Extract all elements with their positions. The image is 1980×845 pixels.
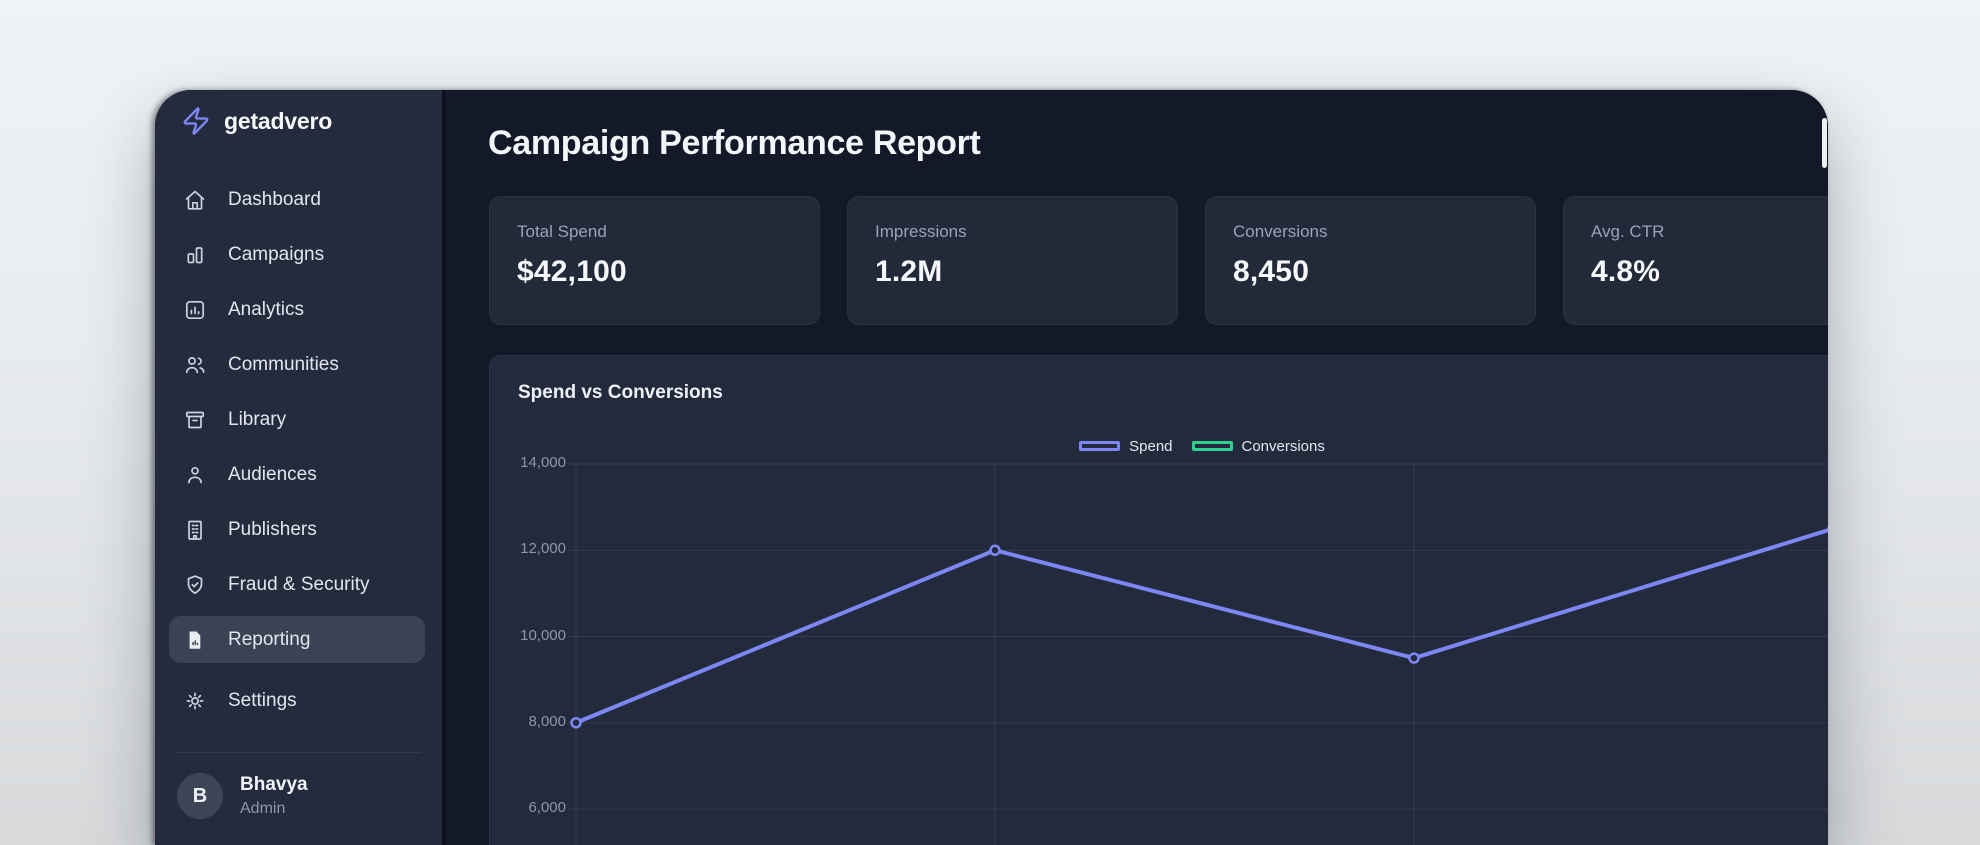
sidebar-item-audiences[interactable]: Audiences [169, 451, 425, 498]
stat-value: 1.2M [875, 255, 943, 288]
sidebar-divider [175, 752, 421, 753]
sidebar-item-label: Campaigns [228, 243, 325, 265]
stat-label: Impressions [875, 222, 967, 241]
stat-card-avg-ctr: Avg. CTR 4.8% [1563, 196, 1828, 325]
stats-row: Total Spend $42,100 Impressions 1.2M Con… [489, 196, 1828, 325]
stat-label: Avg. CTR [1591, 222, 1665, 241]
stat-label: Conversions [1233, 222, 1328, 241]
sidebar-item-library[interactable]: Library [169, 396, 425, 443]
sidebar-item-label: Publishers [228, 518, 317, 540]
stat-value: 8,450 [1233, 255, 1310, 288]
sidebar-item-fraud-security[interactable]: Fraud & Security [169, 561, 425, 608]
stat-value: $42,100 [517, 255, 627, 288]
sidebar-item-communities[interactable]: Communities [169, 341, 425, 388]
sidebar-item-analytics[interactable]: Analytics [169, 286, 425, 333]
sidebar-item-publishers[interactable]: Publishers [169, 506, 425, 553]
sidebar-item-label: Library [228, 408, 287, 430]
sidebar-item-reporting[interactable]: Reporting [169, 616, 425, 663]
sidebar-item-label: Settings [228, 689, 297, 711]
stat-card-impressions: Impressions 1.2M [847, 196, 1178, 325]
users-icon [185, 356, 205, 373]
sidebar-item-campaigns[interactable]: Campaigns [169, 231, 425, 278]
sidebar: getadvero Dashboard Campaigns Analytics … [155, 90, 445, 845]
user-name: Bhavya [240, 774, 308, 795]
person-icon [187, 466, 203, 483]
stat-card-total-spend: Total Spend $42,100 [489, 196, 820, 325]
user-profile[interactable]: B Bhavya Admin [177, 773, 308, 819]
avatar: B [177, 773, 223, 819]
sidebar-item-label: Communities [228, 353, 339, 375]
sidebar-nav: Dashboard Campaigns Analytics Communitie… [169, 176, 425, 732]
shield-check-icon [187, 574, 203, 594]
stat-value: 4.8% [1591, 255, 1661, 288]
user-role: Admin [240, 800, 286, 817]
home-icon [185, 190, 205, 210]
sidebar-item-dashboard[interactable]: Dashboard [169, 176, 425, 223]
report-file-icon [189, 631, 201, 649]
building-icon [188, 520, 202, 540]
spend-vs-conversions-card: Spend vs Conversions Spend Conversions 14… [489, 355, 1828, 845]
bar-chart-icon [187, 246, 203, 263]
page-title: Campaign Performance Report [488, 124, 981, 162]
brand-logo[interactable]: getadvero [181, 106, 332, 136]
gear-icon [186, 692, 204, 709]
stat-card-conversions: Conversions 8,450 [1205, 196, 1536, 325]
brand-name: getadvero [224, 107, 333, 134]
sidebar-item-label: Audiences [228, 463, 317, 485]
analytics-panel-icon [185, 300, 205, 319]
sidebar-item-settings[interactable]: Settings [169, 677, 425, 724]
dashboard-window: getadvero Dashboard Campaigns Analytics … [155, 90, 1828, 845]
sidebar-item-label: Reporting [228, 628, 311, 650]
archive-box-icon [185, 411, 205, 428]
sidebar-item-label: Fraud & Security [228, 573, 370, 595]
sidebar-item-label: Dashboard [228, 188, 321, 210]
scrollbar-thumb[interactable] [1822, 118, 1827, 168]
desktop-background: getadvero Dashboard Campaigns Analytics … [0, 0, 1980, 845]
stat-label: Total Spend [517, 222, 607, 241]
lightning-bolt-icon [183, 107, 209, 135]
chart-plot [568, 463, 1828, 845]
sidebar-item-label: Analytics [228, 298, 305, 320]
